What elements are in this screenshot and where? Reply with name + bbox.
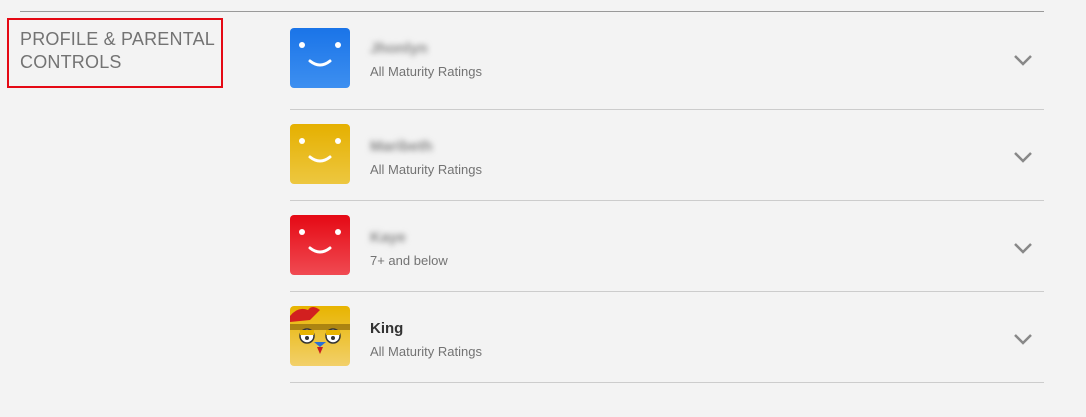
chevron-down-icon[interactable] [1012, 49, 1034, 71]
profile-row[interactable]: Jhonlyn All Maturity Ratings [290, 19, 1044, 110]
section-title: PROFILE & PARENTAL CONTROLS [20, 29, 215, 72]
profile-list: Jhonlyn All Maturity Ratings Maribeth Al… [290, 19, 1044, 383]
maturity-rating: All Maturity Ratings [370, 162, 482, 177]
chevron-down-icon[interactable] [1012, 237, 1034, 259]
maturity-rating: 7+ and below [370, 253, 448, 268]
profile-name: King [370, 320, 404, 337]
chicken-avatar [290, 306, 350, 366]
profile-name: Kaye [370, 229, 406, 246]
profile-name: Maribeth [370, 138, 433, 155]
maturity-rating: All Maturity Ratings [370, 64, 482, 79]
yellow-smiley-avatar [290, 124, 350, 184]
maturity-rating: All Maturity Ratings [370, 344, 482, 359]
profile-row[interactable]: Kaye 7+ and below [290, 201, 1044, 292]
red-smiley-avatar [290, 215, 350, 275]
profile-row[interactable]: Maribeth All Maturity Ratings [290, 110, 1044, 201]
blue-smiley-avatar [290, 28, 350, 88]
profile-name: Jhonlyn [370, 40, 428, 57]
chevron-down-icon[interactable] [1012, 328, 1034, 350]
top-divider [20, 11, 1044, 12]
profile-row[interactable]: King All Maturity Ratings [290, 292, 1044, 383]
chevron-down-icon[interactable] [1012, 146, 1034, 168]
